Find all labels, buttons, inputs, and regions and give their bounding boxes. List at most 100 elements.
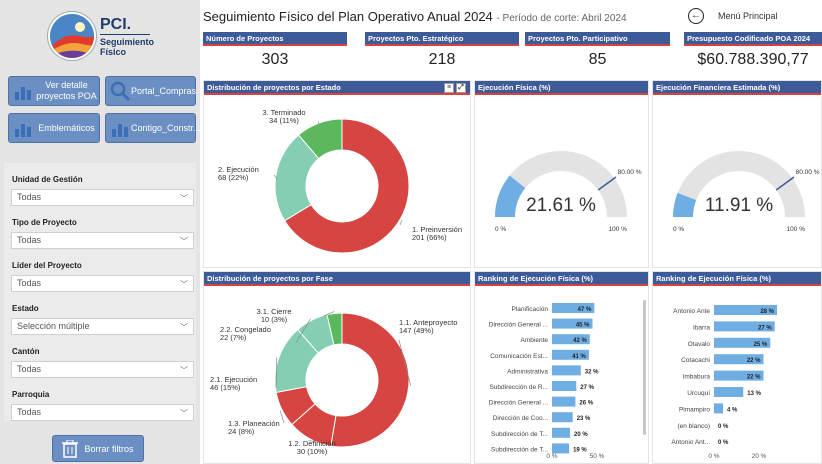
donut-chart-fase: 1.1. Anteproyecto147 (49%)1.2. Definició… xyxy=(210,307,457,456)
panel-ejecucion-fisica: Ejecución Física (%) 80.00 % 21.61 % 0 % 10… xyxy=(474,80,649,268)
filter-value-tipo: Todas xyxy=(17,235,42,245)
panel-title-text: Distribución de proyectos por Fase xyxy=(207,274,333,283)
x-tick-label: 0 % xyxy=(546,453,557,460)
chevron-down-icon: ﹀ xyxy=(180,409,188,418)
kpi-value: 303 xyxy=(261,51,289,68)
logo-icon xyxy=(48,12,96,60)
slice-value-label: 68 (22%) xyxy=(218,173,249,182)
bar-category-label: Ibarra xyxy=(693,324,710,331)
filter-value-parroquia: Todas xyxy=(17,407,42,417)
bar-category-label: Pimampiro xyxy=(679,406,710,413)
page-title: Seguimiento Físico del Plan Operativo An… xyxy=(203,9,627,24)
bar-category-label: Subdirección de T... xyxy=(491,446,548,453)
filter-label-estado: Estado xyxy=(12,304,39,313)
bar-category-label: Antonio Ante xyxy=(673,308,710,315)
search-icon xyxy=(110,81,131,102)
ver-detalle-label: Ver detalle proyectos POA xyxy=(36,80,97,101)
bar-value-label: 27 % xyxy=(758,325,772,331)
bar-category-label: Dirección General ... xyxy=(489,322,548,329)
borrar-filtros-button[interactable]: Borrar filtros xyxy=(52,435,144,462)
kpi-label: Proyectos Pto. Estratégico xyxy=(365,32,519,46)
panel-title-text: Ejecución Financiera Estimada (%) xyxy=(656,83,781,92)
filter-label-canton: Cantón xyxy=(12,347,40,356)
bar-value-label: 47 % xyxy=(578,307,592,313)
bar-chart-ranking-cantones: Antonio Ante 28 % Ibarra 27 % Otavalo 25 % Cot… xyxy=(671,305,777,460)
bar-value-label: 32 % xyxy=(585,369,599,375)
bar-category-label: Dirección de Coo... xyxy=(493,415,548,422)
bar-value-label: 42 % xyxy=(573,338,587,344)
slice-value-label: 10 (3%) xyxy=(261,315,288,324)
contigo-construimos-button[interactable]: Contigo_Constr... xyxy=(105,113,201,143)
bar-value-label: 20 % xyxy=(574,432,588,438)
bar-value-label: 23 % xyxy=(577,416,591,422)
kpi-card-proyectos: Número de Proyectos 303 xyxy=(203,32,347,74)
kpi-value: 218 xyxy=(428,51,456,68)
gauge-max-label: 100 % xyxy=(609,226,628,233)
slice-value-label: 34 (11%) xyxy=(269,116,299,125)
bar-category-label: (en blanco) xyxy=(677,423,710,430)
x-tick-label: 20 % xyxy=(752,453,767,460)
bar xyxy=(552,443,570,454)
menu-principal-link[interactable]: Menú Principal xyxy=(718,11,778,21)
slice-value-label: 22 (7%) xyxy=(220,333,247,342)
panel-title-text: Ejecución Física (%) xyxy=(478,83,551,92)
gauge-value: 21.61 % xyxy=(526,195,596,216)
bar-value-label: 25 % xyxy=(754,342,768,348)
kpi-label: Número de Proyectos xyxy=(203,32,347,46)
portal-compras-button[interactable]: Portal_Compras xyxy=(105,76,196,106)
filter-value-lider: Todas xyxy=(17,278,42,288)
bar-category-label: Urcuquí xyxy=(687,390,710,397)
sidebar: PCI. Seguimiento Físico Ver detalle proy… xyxy=(0,0,201,464)
bar-value-label: 22 % xyxy=(747,375,761,381)
slice-value-label: 30 (10%) xyxy=(297,447,328,456)
ver-detalle-button[interactable]: Ver detalle proyectos POA xyxy=(8,76,100,106)
filter-value-estado: Selección múltiple xyxy=(17,321,90,331)
gauge-max-label: 100 % xyxy=(787,226,806,233)
panel-title: Ejecución Financiera Estimada (%) xyxy=(653,81,821,95)
filter-label-tipo: Tipo de Proyecto xyxy=(12,218,77,227)
bar xyxy=(714,387,744,397)
kpi-card-estrategico: Proyectos Pto. Estratégico 218 xyxy=(365,32,519,74)
bar-category-label: Antonio Ant... xyxy=(671,439,710,446)
filter-select-canton[interactable]: Todas ﹀ xyxy=(11,361,194,378)
gauge-ejecucion-fisica: 80.00 % 21.61 % 0 % 100 % xyxy=(495,151,642,233)
panel-title-text: Ranking de Ejecución Física (%) xyxy=(478,274,594,283)
chevron-down-icon: ﹀ xyxy=(180,366,188,375)
panel-estado: Distribución de proyectos por Estado ≡ ⤢… xyxy=(203,80,471,268)
bar-value-label: 41 % xyxy=(572,354,586,360)
logo-subtitle: Seguimiento Físico xyxy=(100,37,155,57)
filter-select-parroquia[interactable]: Todas ﹀ xyxy=(11,404,194,421)
panel-title: Ranking de Ejecución Física (%) xyxy=(653,272,821,286)
page-title-text: Seguimiento Físico del Plan Operativo An… xyxy=(203,9,493,24)
filter-select-tipo[interactable]: Todas ﹀ xyxy=(11,232,194,249)
donut-chart-estado: 1. Preinversión201 (66%)2. Ejecución68 (… xyxy=(218,108,462,254)
gauge-min-label: 0 % xyxy=(673,226,684,233)
kpi-card-presupuesto: Presupuesto Codificado POA 2024 $60.788.… xyxy=(684,32,822,74)
filter-select-estado[interactable]: Selección múltiple ﹀ xyxy=(11,318,194,335)
filter-value-canton: Todas xyxy=(17,364,42,374)
panel-title: Distribución de proyectos por Fase xyxy=(204,272,470,286)
x-tick-label: 0 % xyxy=(708,453,719,460)
emblematicos-button[interactable]: Emblemáticos xyxy=(8,113,100,143)
filter-icon[interactable]: ≡ xyxy=(444,83,454,93)
filter-select-lider[interactable]: Todas ﹀ xyxy=(11,275,194,292)
bar-category-label: Dirección General ... xyxy=(489,400,548,407)
bar-value-label: 13 % xyxy=(747,391,761,397)
slice-value-label: 24 (8%) xyxy=(228,427,255,436)
bar xyxy=(552,396,576,407)
bar-chart-icon xyxy=(15,124,31,137)
bar-value-label: 26 % xyxy=(579,401,593,407)
bar-value-label: 28 % xyxy=(760,309,774,315)
bar-value-label: 19 % xyxy=(573,447,587,453)
bar-chart-ranking-areas: Planificación 47 % Dirección General ... 45… xyxy=(489,300,646,460)
leader-line xyxy=(399,219,403,226)
filter-select-unidad[interactable]: Todas ﹀ xyxy=(11,189,194,206)
bar-category-label: Administrativa xyxy=(507,368,548,375)
panel-fase: Distribución de proyectos por Fase 1.1. … xyxy=(203,271,471,464)
expand-icon[interactable]: ⤢ xyxy=(456,83,466,93)
gauge-min-label: 0 % xyxy=(495,226,506,233)
dashboard: PCI. Seguimiento Físico Ver detalle proy… xyxy=(0,0,822,464)
bar-value-label: 4 % xyxy=(727,407,738,413)
back-arrow-icon[interactable]: ← xyxy=(688,8,704,24)
bar-category-label: Imbabura xyxy=(683,374,711,381)
